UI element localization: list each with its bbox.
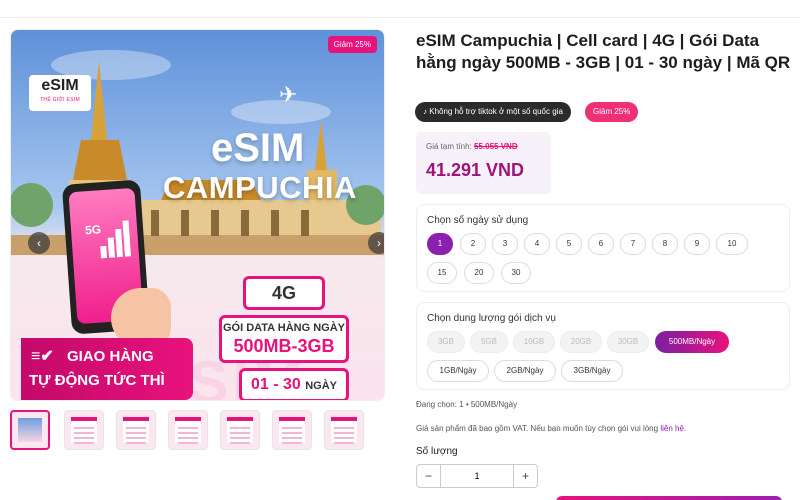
day-option-15[interactable]: 15 — [427, 262, 457, 284]
quantity-label: Số lượng — [416, 446, 458, 457]
days-card: 01 - 30 NGÀY — [239, 368, 349, 400]
sale-badge: Giảm 25% — [585, 102, 639, 122]
network-card: 4G — [243, 276, 325, 310]
days-card-value: 01 - 30 — [250, 376, 301, 393]
delivery-banner: ≡✔ GIAO HÀNG TỰ ĐỘNG TỨC THÌ — [21, 338, 193, 400]
tiktok-icon: ♪ — [423, 107, 427, 116]
day-option-6[interactable]: 6 — [588, 233, 614, 255]
thumbnail-item[interactable] — [64, 410, 104, 450]
day-option-30[interactable]: 30 — [501, 262, 531, 284]
product-page: Giảm 25% eSIM THẾ GIỚI ESIM ✈ eSIM CAMPU… — [0, 0, 800, 500]
days-selector: Chọn số ngày sử dụng 1 2 3 4 5 6 7 8 9 1… — [416, 204, 790, 292]
quantity-increase-button[interactable]: + — [513, 465, 537, 487]
package-option-2gb-day[interactable]: 2GB/Ngày — [494, 360, 556, 382]
price-box: Giá tạm tính: 55.055 VND 41.291 VND — [416, 132, 551, 194]
package-option-10gb[interactable]: 10GB — [513, 331, 555, 353]
package-option-30gb[interactable]: 30GB — [607, 331, 649, 353]
data-package-selector: Chọn dung lượng gói dịch vụ 3GB 5GB 10GB… — [416, 302, 790, 390]
package-option-3gb-day[interactable]: 3GB/Ngày — [561, 360, 623, 382]
quantity-decrease-button[interactable]: − — [417, 465, 441, 487]
package-option-20gb[interactable]: 20GB — [560, 331, 602, 353]
selection-summary: Đang chọn: 1 • 500MB/Ngày — [416, 400, 518, 409]
package-option-5gb[interactable]: 5GB — [470, 331, 508, 353]
thumbnail-item[interactable] — [220, 410, 260, 450]
product-title: eSIM Campuchia | Cell card | 4G | Gói Da… — [416, 31, 791, 72]
day-option-10[interactable]: 10 — [716, 233, 748, 255]
thumbnail-item[interactable] — [168, 410, 208, 450]
data-card-title: GÓI DATA HÀNG NGÀY — [222, 322, 345, 334]
delivery-line2: TỰ ĐỘNG TỨC THÌ — [29, 372, 165, 389]
day-option-1[interactable]: 1 — [427, 233, 453, 255]
vat-note-text: Giá sản phẩm đã bao gồm VAT. Nếu bạn muố… — [416, 424, 659, 433]
price-label: Giá tạm tính: — [426, 142, 472, 151]
tiktok-warning-text: Không hỗ trợ tiktok ở một số quốc gia — [429, 107, 563, 116]
buy-button-edge[interactable] — [556, 496, 782, 500]
main-product-image[interactable]: Giảm 25% eSIM THẾ GIỚI ESIM ✈ eSIM CAMPU… — [10, 29, 385, 401]
package-option-3gb[interactable]: 3GB — [427, 331, 465, 353]
package-option-1gb-day[interactable]: 1GB/Ngày — [427, 360, 489, 382]
price-old: 55.055 VND — [474, 142, 518, 151]
thumbnail-item[interactable] — [10, 410, 50, 450]
data-card-value: 500MB-3GB — [233, 336, 335, 356]
day-option-9[interactable]: 9 — [684, 233, 710, 255]
discount-tag: Giảm 25% — [327, 36, 377, 53]
days-card-unit: NGÀY — [305, 380, 338, 392]
day-option-4[interactable]: 4 — [524, 233, 550, 255]
fast-delivery-icon: ≡✔ — [31, 348, 54, 365]
airplane-icon: ✈ — [279, 82, 298, 107]
price-current: 41.291 VND — [426, 160, 525, 180]
day-option-3[interactable]: 3 — [492, 233, 518, 255]
quantity-input[interactable] — [441, 465, 513, 487]
day-option-5[interactable]: 5 — [556, 233, 582, 255]
gallery-prev-button[interactable]: ‹ — [28, 232, 50, 254]
gallery-next-button[interactable]: › — [368, 232, 384, 254]
vat-note: Giá sản phẩm đã bao gồm VAT. Nếu bạn muố… — [416, 424, 686, 433]
data-package-label: Chọn dung lượng gói dịch vụ — [427, 313, 556, 324]
day-option-20[interactable]: 20 — [464, 262, 494, 284]
contact-link[interactable]: liên hệ. — [660, 424, 686, 433]
logo-subtext: THẾ GIỚI ESIM — [40, 97, 80, 103]
day-option-8[interactable]: 8 — [652, 233, 678, 255]
esim-logo: eSIM THẾ GIỚI ESIM — [29, 75, 91, 111]
thumbnail-strip — [10, 410, 380, 454]
top-header-divider — [0, 0, 800, 18]
thumbnail-item[interactable] — [324, 410, 364, 450]
package-option-500mb-day[interactable]: 500MB/Ngày — [655, 331, 729, 353]
thumbnail-item[interactable] — [116, 410, 156, 450]
data-card: GÓI DATA HÀNG NGÀY 500MB-3GB — [219, 315, 349, 363]
logo-text: eSIM — [41, 77, 79, 94]
day-option-2[interactable]: 2 — [460, 233, 486, 255]
day-option-7[interactable]: 7 — [620, 233, 646, 255]
hero-title-esim: eSIM — [211, 126, 305, 170]
signal-bars-icon — [98, 218, 132, 259]
delivery-line1: GIAO HÀNG — [67, 348, 154, 365]
tiktok-warning-badge: ♪ Không hỗ trợ tiktok ở một số quốc gia — [415, 102, 571, 122]
days-selector-label: Chọn số ngày sử dụng — [427, 215, 529, 226]
price-old-row: Giá tạm tính: 55.055 VND — [426, 142, 518, 151]
hero-title-country: CAMPUCHIA — [163, 170, 357, 205]
quantity-stepper: − + — [416, 464, 538, 488]
thumbnail-item[interactable] — [272, 410, 312, 450]
